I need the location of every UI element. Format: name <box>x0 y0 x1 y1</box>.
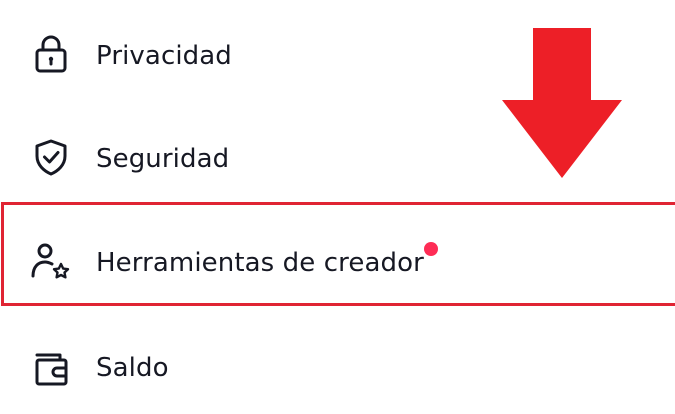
menu-item-label: Privacidad <box>96 41 232 71</box>
lock-icon <box>30 33 72 75</box>
menu-item-creator-tools[interactable]: Herramientas de creador <box>0 202 675 306</box>
user-star-icon <box>30 240 72 282</box>
menu-item-balance[interactable]: Saldo <box>0 310 675 414</box>
wallet-icon <box>30 346 72 388</box>
notification-dot <box>424 242 438 256</box>
menu-item-label: Seguridad <box>96 144 230 174</box>
down-arrow-icon <box>502 28 622 178</box>
shield-check-icon <box>30 136 72 178</box>
menu-item-label: Saldo <box>96 353 169 383</box>
menu-item-label: Herramientas de creador <box>96 248 424 278</box>
